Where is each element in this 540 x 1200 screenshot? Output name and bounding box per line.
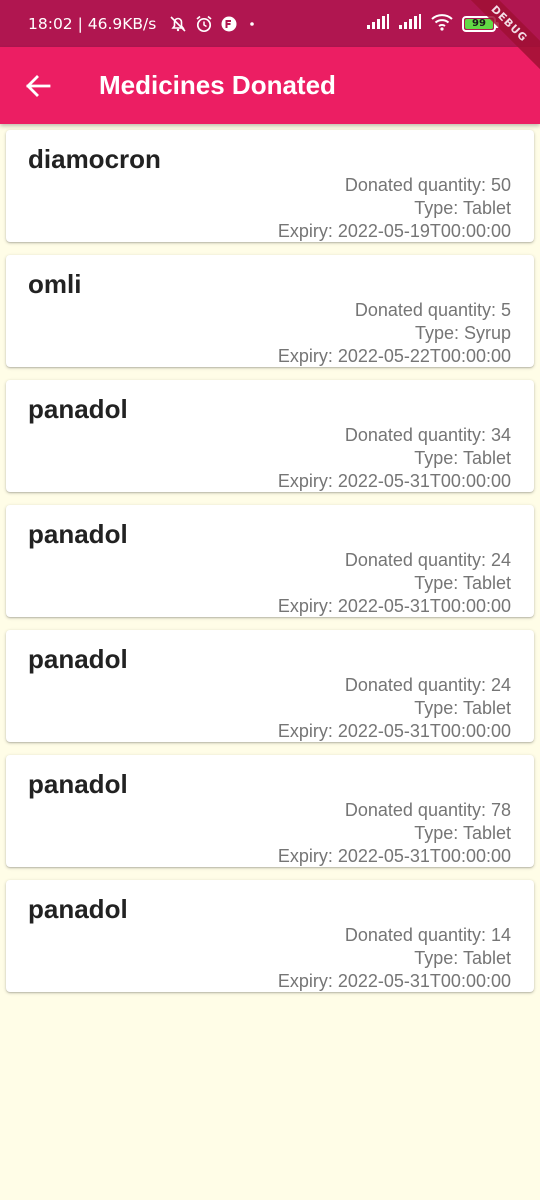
page-title: Medicines Donated (99, 70, 336, 100)
expiry-date: Expiry: 2022-05-31T00:00:00 (277, 471, 511, 491)
medicine-name: panadol (28, 769, 128, 799)
back-button[interactable] (18, 66, 58, 106)
medicine-card[interactable]: panadol Donated quantity: 34 Type: Table… (6, 380, 534, 492)
medicine-details: Donated quantity: 5 Type: Syrup Expiry: … (278, 299, 511, 368)
expiry-date: Expiry: 2022-05-22T00:00:00 (277, 346, 511, 366)
medicine-card[interactable]: panadol Donated quantity: 24 Type: Table… (6, 505, 534, 617)
medicine-details: Donated quantity: 14 Type: Tablet Expiry… (278, 924, 511, 993)
arrow-left-icon (26, 74, 51, 97)
donated-quantity: Donated quantity: 14 (344, 925, 511, 945)
medicine-type: Type: Tablet (414, 698, 511, 718)
medicine-card[interactable]: omli Donated quantity: 5 Type: Syrup Exp… (6, 255, 534, 367)
battery-level: 99 (472, 18, 486, 29)
medicine-name: diamocron (28, 144, 161, 174)
dot-icon (244, 15, 260, 33)
alarm-icon (194, 15, 214, 33)
cell-signal-icon (366, 13, 390, 34)
muted-bell-icon (168, 15, 188, 33)
medicine-type: Type: Tablet (414, 573, 511, 593)
expiry-date: Expiry: 2022-05-31T00:00:00 (277, 596, 511, 616)
donated-quantity: Donated quantity: 50 (344, 175, 511, 195)
medicine-type: Type: Syrup (414, 323, 511, 343)
status-time-speed: 18:02 | 46.9KB/s (28, 14, 157, 33)
wifi-icon (430, 13, 454, 35)
medicine-name: panadol (28, 519, 128, 549)
expiry-date: Expiry: 2022-05-31T00:00:00 (277, 846, 511, 866)
medicine-name: panadol (28, 644, 128, 674)
expiry-date: Expiry: 2022-05-19T00:00:00 (277, 221, 511, 241)
medicine-card[interactable]: panadol Donated quantity: 14 Type: Table… (6, 880, 534, 992)
medicine-name: panadol (28, 894, 128, 924)
medicine-card[interactable]: panadol Donated quantity: 78 Type: Table… (6, 755, 534, 867)
medicine-type: Type: Tablet (414, 948, 511, 968)
medicine-details: Donated quantity: 24 Type: Tablet Expiry… (278, 549, 511, 618)
medicine-type: Type: Tablet (414, 198, 511, 218)
donated-quantity: Donated quantity: 24 (344, 550, 511, 570)
medicine-name: omli (28, 269, 82, 299)
expiry-date: Expiry: 2022-05-31T00:00:00 (277, 971, 511, 991)
donated-quantity: Donated quantity: 24 (344, 675, 511, 695)
cell-signal-icon (398, 13, 422, 34)
medicine-card[interactable]: diamocron Donated quantity: 50 Type: Tab… (6, 130, 534, 242)
expiry-date: Expiry: 2022-05-31T00:00:00 (277, 721, 511, 741)
medicine-details: Donated quantity: 24 Type: Tablet Expiry… (278, 674, 511, 743)
medicine-details: Donated quantity: 78 Type: Tablet Expiry… (278, 799, 511, 868)
medicine-details: Donated quantity: 34 Type: Tablet Expiry… (278, 424, 511, 493)
app-bar: Medicines Donated (0, 47, 540, 124)
notification-app-icon (220, 15, 238, 33)
donated-quantity: Donated quantity: 34 (344, 425, 511, 445)
medicine-type: Type: Tablet (414, 823, 511, 843)
medicine-type: Type: Tablet (414, 448, 511, 468)
donated-quantity: Donated quantity: 78 (344, 800, 511, 820)
medicine-name: panadol (28, 394, 128, 424)
status-bar: 18:02 | 46.9KB/s 99 DEBUG (0, 0, 540, 78)
medicine-details: Donated quantity: 50 Type: Tablet Expiry… (278, 174, 511, 243)
medicine-card[interactable]: panadol Donated quantity: 24 Type: Table… (6, 630, 534, 742)
donated-quantity: Donated quantity: 5 (354, 300, 511, 320)
